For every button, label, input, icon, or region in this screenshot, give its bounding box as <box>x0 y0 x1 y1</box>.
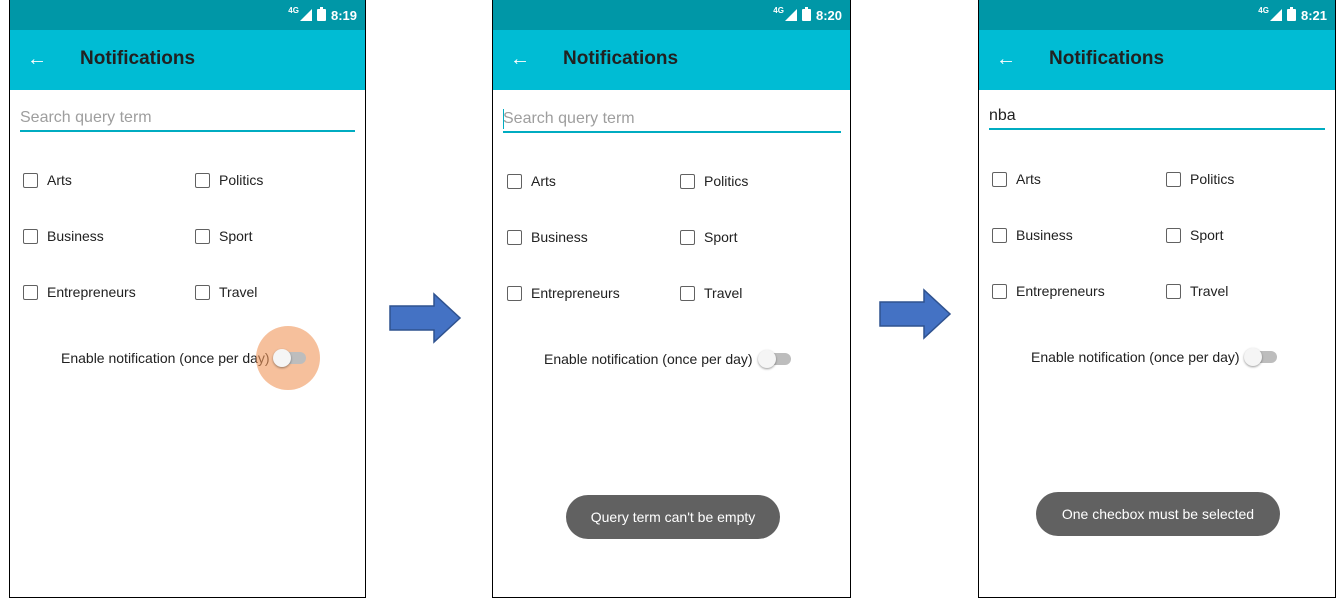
checkbox-box[interactable] <box>1166 283 1181 299</box>
search-input[interactable]: Search query term <box>20 106 355 132</box>
checkbox-travel[interactable]: Travel <box>1166 283 1228 299</box>
toggle-thumb[interactable] <box>273 349 291 367</box>
phone-screen-3: 4G 8:21 ← Notifications nba Arts Politic… <box>978 0 1336 598</box>
checkbox-entrepreneurs[interactable]: Entrepreneurs <box>992 283 1105 299</box>
checkbox-entrepreneurs[interactable]: Entrepreneurs <box>23 284 136 300</box>
notification-toggle-row: Enable notification (once per day) <box>10 326 365 390</box>
checkbox-box[interactable] <box>507 173 522 189</box>
checkbox-box[interactable] <box>23 172 38 188</box>
checkbox-box[interactable] <box>195 284 210 300</box>
checkbox-box[interactable] <box>195 228 210 244</box>
status-time: 8:20 <box>815 7 842 23</box>
arrow-right-icon <box>879 288 952 340</box>
search-input[interactable]: nba <box>989 104 1325 130</box>
checkbox-politics[interactable]: Politics <box>195 172 263 188</box>
status-bar: 4G 8:20 <box>493 0 850 30</box>
phone-screen-2: 4G 8:20 ← Notifications Search query ter… <box>492 0 851 598</box>
signal-icon <box>784 9 797 21</box>
text-cursor <box>503 109 504 129</box>
checkbox-box[interactable] <box>507 285 522 301</box>
checkbox-politics[interactable]: Politics <box>680 173 748 189</box>
checkbox-label: Sport <box>704 229 738 245</box>
toggle-label: Enable notification (once per day) <box>61 350 270 366</box>
status-time: 8:21 <box>1300 7 1327 23</box>
checkbox-label: Travel <box>704 285 743 301</box>
page-title: Notifications <box>80 48 196 69</box>
toggle-label: Enable notification (once per day) <box>544 351 753 367</box>
checkbox-box[interactable] <box>680 229 695 245</box>
checkbox-business[interactable]: Business <box>992 227 1073 243</box>
network-type: 4G <box>288 5 299 15</box>
arrow-left-icon[interactable]: ← <box>996 46 1016 72</box>
signal-icon <box>299 9 312 21</box>
status-time: 8:19 <box>330 7 357 23</box>
status-bar: 4G 8:19 <box>10 0 365 30</box>
toast-message: One checbox must be selected <box>1036 492 1280 536</box>
checkbox-travel[interactable]: Travel <box>680 285 742 301</box>
checkbox-label: Entrepreneurs <box>531 285 620 301</box>
checkbox-label: Business <box>47 228 104 244</box>
checkbox-label: Arts <box>1016 171 1041 187</box>
checkbox-label: Business <box>531 229 588 245</box>
checkbox-box[interactable] <box>992 227 1007 243</box>
app-bar: ← Notifications <box>493 30 850 90</box>
battery-icon <box>316 7 326 21</box>
notification-toggle-row: Enable notification (once per day) <box>979 346 1335 368</box>
checkbox-sport[interactable]: Sport <box>195 228 252 244</box>
checkbox-box[interactable] <box>23 284 38 300</box>
network-type: 4G <box>773 5 784 15</box>
checkbox-box[interactable] <box>992 171 1007 187</box>
checkbox-business[interactable]: Business <box>23 228 104 244</box>
checkbox-label: Arts <box>47 172 72 188</box>
page-title: Notifications <box>563 48 679 69</box>
checkbox-label: Business <box>1016 227 1073 243</box>
app-bar: ← Notifications <box>979 30 1335 90</box>
toggle-label: Enable notification (once per day) <box>1031 349 1240 365</box>
checkbox-label: Politics <box>219 172 264 188</box>
checkbox-label: Travel <box>219 284 258 300</box>
checkbox-label: Politics <box>704 173 749 189</box>
page-title: Notifications <box>1049 48 1165 69</box>
phone-screen-1: 4G 8:19 ← Notifications Search query ter… <box>9 0 366 598</box>
checkbox-box[interactable] <box>195 172 210 188</box>
checkbox-box[interactable] <box>1166 171 1181 187</box>
checkbox-box[interactable] <box>992 283 1007 299</box>
checkbox-arts[interactable]: Arts <box>507 173 556 189</box>
checkbox-travel[interactable]: Travel <box>195 284 257 300</box>
checkbox-politics[interactable]: Politics <box>1166 171 1234 187</box>
checkbox-sport[interactable]: Sport <box>1166 227 1223 243</box>
search-input[interactable]: Search query term <box>503 107 841 133</box>
checkbox-box[interactable] <box>507 229 522 245</box>
checkbox-label: Sport <box>1190 227 1224 243</box>
toast-message: Query term can't be empty <box>566 495 780 539</box>
checkbox-label: Travel <box>1190 283 1229 299</box>
checkbox-box[interactable] <box>680 173 695 189</box>
arrow-right-icon <box>389 292 462 344</box>
toggle-thumb[interactable] <box>1244 348 1262 366</box>
signal-icon <box>1269 9 1282 21</box>
status-bar: 4G 8:21 <box>979 0 1335 30</box>
checkbox-entrepreneurs[interactable]: Entrepreneurs <box>507 285 620 301</box>
checkbox-business[interactable]: Business <box>507 229 588 245</box>
checkbox-arts[interactable]: Arts <box>23 172 72 188</box>
checkbox-box[interactable] <box>1166 227 1181 243</box>
arrow-left-icon[interactable]: ← <box>27 46 47 72</box>
checkbox-box[interactable] <box>680 285 695 301</box>
checkbox-box[interactable] <box>23 228 38 244</box>
notification-toggle-row: Enable notification (once per day) <box>493 348 850 370</box>
checkbox-label: Sport <box>219 228 253 244</box>
search-placeholder: Search query term <box>503 110 635 127</box>
checkbox-sport[interactable]: Sport <box>680 229 737 245</box>
checkbox-label: Politics <box>1190 171 1235 187</box>
checkbox-label: Entrepreneurs <box>47 284 136 300</box>
toggle-thumb[interactable] <box>758 350 776 368</box>
checkbox-label: Entrepreneurs <box>1016 283 1105 299</box>
checkbox-label: Arts <box>531 173 556 189</box>
app-bar: ← Notifications <box>10 30 365 90</box>
network-type: 4G <box>1258 5 1269 15</box>
checkbox-arts[interactable]: Arts <box>992 171 1041 187</box>
battery-icon <box>1286 7 1296 21</box>
arrow-left-icon[interactable]: ← <box>510 46 530 72</box>
battery-icon <box>801 7 811 21</box>
